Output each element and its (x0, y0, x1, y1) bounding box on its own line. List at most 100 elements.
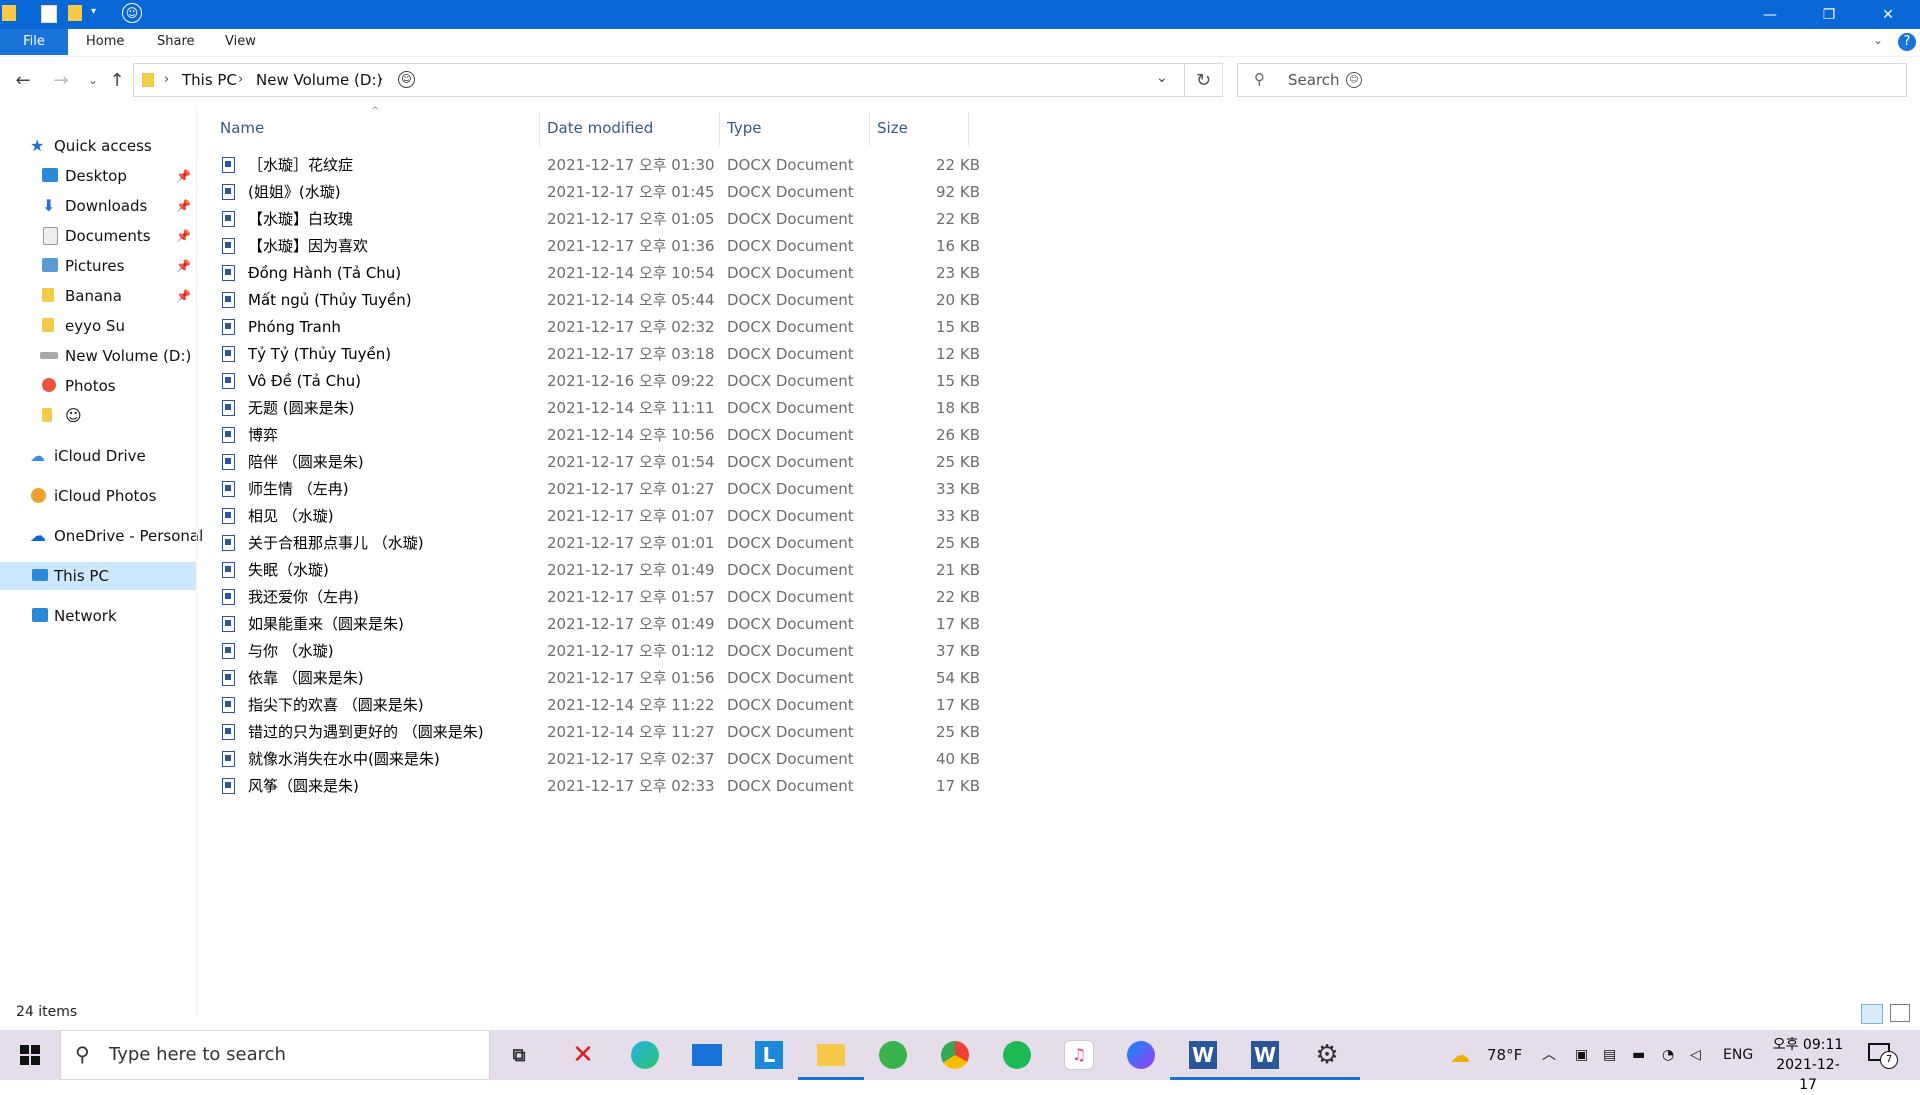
pin-icon[interactable]: 📌 (176, 252, 191, 280)
table-row[interactable]: 博弈 2021-12-14 오후 10:56 DOCX Document 26 KB (218, 422, 980, 449)
xmind-icon[interactable]: ✕ (566, 1038, 600, 1072)
breadcrumb-this-pc[interactable]: This PC (182, 64, 237, 96)
nav-photos[interactable]: Photos (40, 372, 196, 400)
nav-desktop[interactable]: Desktop 📌 (40, 162, 196, 190)
chevron-right-icon[interactable]: › (378, 64, 383, 96)
address-bar[interactable]: › This PC › New Volume (D:) › ☺ ⌄ (133, 63, 1185, 97)
nav-pictures[interactable]: Pictures 📌 (40, 252, 196, 280)
tab-home[interactable]: Home (86, 29, 124, 55)
wifi-icon[interactable]: ◔ (1662, 1030, 1674, 1080)
table-row[interactable]: ［水璇］花纹症 2021-12-17 오후 01:30 DOCX Document 2… (218, 152, 980, 179)
table-row[interactable]: 指尖下的欢喜 （圆来是朱) 2021-12-14 오후 11:22 DOCX Doc… (218, 692, 980, 719)
nav-downloads[interactable]: ⬇ Downloads 📌 (40, 192, 196, 220)
large-icons-view-icon[interactable] (1890, 1004, 1910, 1022)
table-row[interactable]: 相见 （水璇) 2021-12-17 오후 01:07 DOCX Document 3… (218, 503, 980, 530)
green-app-icon[interactable] (876, 1038, 910, 1072)
clipboard-icon[interactable]: ▤ (1603, 1030, 1616, 1080)
file-explorer-icon[interactable] (798, 1038, 864, 1080)
table-row[interactable]: Vô Đề (Tả Chu) 2021-12-16 오후 09:22 DOCX Do… (218, 368, 980, 395)
column-divider[interactable] (968, 112, 969, 146)
weather-icon[interactable]: ☁ (1450, 1030, 1470, 1080)
pin-icon[interactable]: 📌 (176, 282, 191, 310)
notification-center-icon[interactable]: 7 (1868, 1043, 1898, 1069)
table-row[interactable]: 我还爱你（左冉) 2021-12-17 오후 01:57 DOCX Document… (218, 584, 980, 611)
breadcrumb-smiley-folder[interactable]: ☺ (398, 71, 415, 88)
weather-temp[interactable]: 78°F (1487, 1030, 1522, 1080)
table-row[interactable]: Mất ngủ (Thủy Tuyền) 2021-12-14 오후 05:44 D… (218, 287, 980, 314)
task-view-icon[interactable]: ⧉ (502, 1038, 536, 1072)
l-app-icon[interactable]: L (752, 1038, 786, 1072)
table-row[interactable]: 与你 （水璇) 2021-12-17 오후 01:12 DOCX Document 3… (218, 638, 980, 665)
edge-icon[interactable] (628, 1038, 662, 1072)
table-row[interactable]: 就像水消失在水中(圆来是朱) 2021-12-17 오후 02:37 DOCX Do… (218, 746, 980, 773)
settings-icon[interactable]: ⚙ (1294, 1038, 1360, 1080)
language-indicator[interactable]: ENG (1723, 1030, 1753, 1080)
windows-start-icon[interactable] (20, 1045, 40, 1065)
table-row[interactable]: Phóng Tranh 2021-12-17 오후 02:32 DOCX Docum… (218, 314, 980, 341)
chevron-right-icon[interactable]: › (164, 64, 169, 96)
word-icon[interactable]: W (1170, 1038, 1236, 1080)
tab-file[interactable]: File (0, 29, 68, 55)
battery-icon[interactable]: ▬ (1632, 1030, 1645, 1080)
minimize-button[interactable]: — (1741, 0, 1799, 29)
pin-icon[interactable]: 📌 (176, 192, 191, 220)
taskbar-search-placeholder[interactable]: Type here to search (109, 1031, 286, 1079)
table-row[interactable]: 【水璇】白玫瑰 2021-12-17 오후 01:05 DOCX Document 2… (218, 206, 980, 233)
column-divider[interactable] (719, 112, 720, 146)
chevron-right-icon[interactable]: › (238, 64, 243, 96)
table-row[interactable]: Đồng Hành (Tả Chu) 2021-12-14 오후 10:54 DOC… (218, 260, 980, 287)
chevron-up-icon[interactable]: ︿ (1542, 1030, 1556, 1080)
column-divider[interactable] (539, 112, 540, 146)
word-icon[interactable]: W (1232, 1038, 1298, 1080)
chrome-icon[interactable] (938, 1038, 972, 1072)
table-row[interactable]: 失眠（水璇) 2021-12-17 오후 01:49 DOCX Document 21… (218, 557, 980, 584)
column-header-date[interactable]: Date modified (547, 112, 653, 144)
nav-smiley-folder[interactable]: ☺ (40, 402, 196, 430)
restore-button[interactable]: ❐ (1800, 0, 1858, 29)
refresh-button[interactable]: ↻ (1185, 63, 1223, 97)
column-header-name[interactable]: Name (220, 112, 264, 144)
up-button[interactable]: ↑ (106, 70, 128, 92)
nav-banana[interactable]: Banana 📌 (40, 282, 196, 310)
messenger-icon[interactable] (1124, 1038, 1158, 1072)
search-box[interactable]: ⚲ Search ☺ (1237, 63, 1907, 97)
help-icon[interactable]: ? (1898, 33, 1916, 51)
breadcrumb-new-volume[interactable]: New Volume (D:) (256, 64, 382, 96)
spotify-icon[interactable] (1000, 1038, 1034, 1072)
new-folder-icon[interactable] (68, 5, 82, 21)
mail-icon[interactable] (690, 1038, 724, 1072)
nav-eyyo-su[interactable]: eyyo Su (40, 312, 196, 340)
pane-divider[interactable] (196, 106, 197, 1016)
expand-ribbon-icon[interactable]: ⌄ (1873, 33, 1883, 47)
pin-icon[interactable]: 📌 (176, 222, 191, 250)
customize-quick-access-icon[interactable]: ▾ (91, 6, 96, 17)
nav-documents[interactable]: Documents 📌 (40, 222, 196, 250)
table-row[interactable]: 风筝（圆来是朱) 2021-12-17 오후 02:33 DOCX Document… (218, 773, 980, 800)
table-row[interactable]: 关于合租那点事儿 （水璇) 2021-12-17 오후 01:01 DOCX Doc… (218, 530, 980, 557)
close-button[interactable]: ✕ (1859, 0, 1917, 29)
table-row[interactable]: (姐姐》(水璇) 2021-12-17 오후 01:45 DOCX Document… (218, 179, 980, 206)
table-row[interactable]: Tỷ Tỷ (Thủy Tuyền) 2021-12-17 오후 03:18 DOC… (218, 341, 980, 368)
taskbar-search[interactable]: ⚲ Type here to search (60, 1030, 490, 1080)
table-row[interactable]: 无题 (圆来是朱) 2021-12-14 오후 11:11 DOCX Documen… (218, 395, 980, 422)
back-button[interactable]: ← (12, 70, 34, 92)
pin-icon[interactable]: 📌 (176, 162, 191, 190)
details-view-icon[interactable] (1861, 1004, 1883, 1024)
table-row[interactable]: 师生情 （左冉) 2021-12-17 오후 01:27 DOCX Document… (218, 476, 980, 503)
table-row[interactable]: 如果能重来（圆来是朱) 2021-12-17 오후 01:49 DOCX Docum… (218, 611, 980, 638)
itunes-icon[interactable]: ♫ (1062, 1038, 1096, 1072)
table-row[interactable]: 【水璇】因为喜欢 2021-12-17 오후 01:36 DOCX Document… (218, 233, 980, 260)
tab-share[interactable]: Share (157, 29, 195, 55)
properties-icon[interactable] (41, 5, 57, 23)
search-placeholder[interactable]: Search (1288, 64, 1340, 96)
column-header-size[interactable]: Size (877, 112, 908, 144)
address-dropdown-icon[interactable]: ⌄ (1156, 70, 1168, 86)
nav-new-volume[interactable]: New Volume (D:) (40, 342, 196, 370)
volume-icon[interactable]: ◁ (1690, 1030, 1701, 1080)
clock[interactable]: 오후 09:11 2021-12-17 (1768, 1035, 1848, 1095)
forward-button[interactable]: → (50, 70, 72, 92)
table-row[interactable]: 陪伴 （圆来是朱) 2021-12-17 오후 01:54 DOCX Documen… (218, 449, 980, 476)
tab-view[interactable]: View (225, 29, 256, 55)
meet-now-icon[interactable]: ▣ (1575, 1030, 1588, 1080)
column-header-type[interactable]: Type (727, 112, 761, 144)
